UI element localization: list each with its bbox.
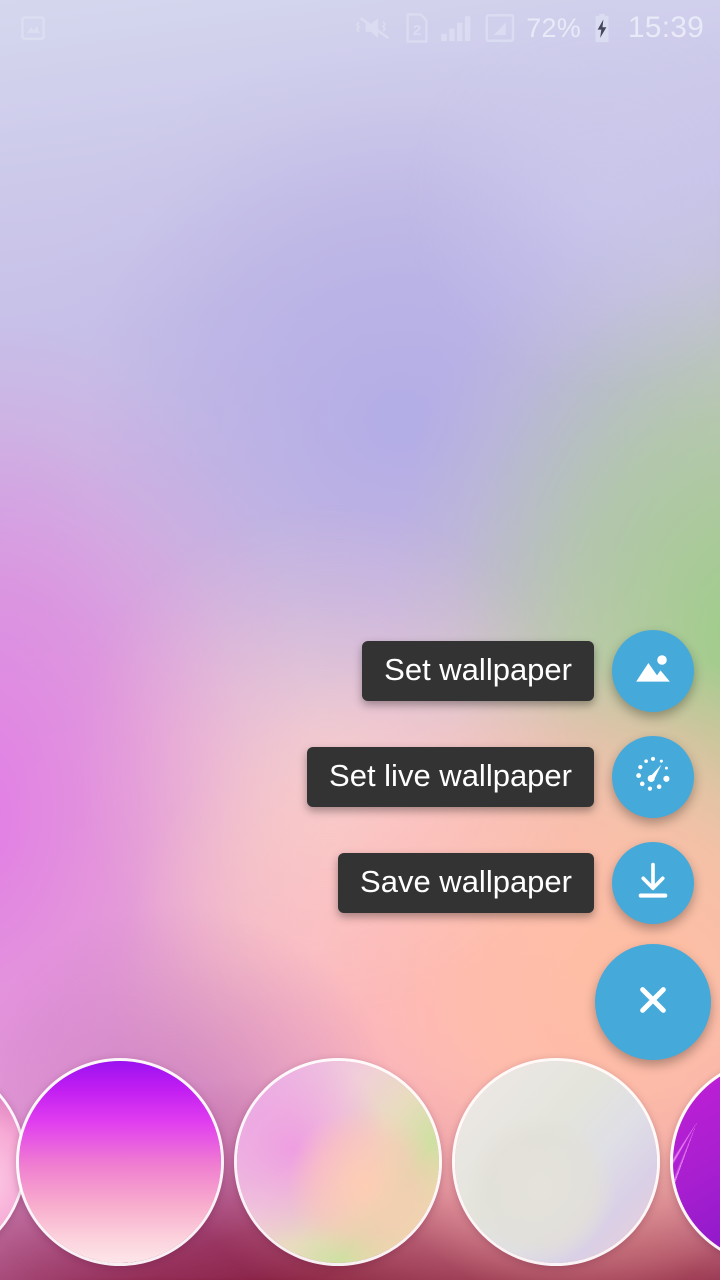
signal-bars-sim2-icon — [485, 13, 515, 43]
download-icon — [630, 858, 676, 909]
action-row-close[interactable] — [595, 944, 711, 1060]
wallpaper-thumb-3[interactable] — [452, 1058, 660, 1266]
live-gauge-icon — [630, 752, 676, 803]
battery-charging-bolt-icon — [592, 13, 612, 43]
wallpaper-thumb-4[interactable] — [670, 1058, 720, 1266]
phone-screen: 2 72% 15:39 Set wallpaper Set live wallp… — [0, 0, 720, 1280]
clock: 15:39 — [627, 11, 704, 44]
set-wallpaper-label[interactable]: Set wallpaper — [362, 640, 594, 702]
action-row-save-wallpaper[interactable]: Save wallpaper — [338, 842, 694, 924]
action-row-set-live-wallpaper[interactable]: Set live wallpaper — [307, 736, 694, 818]
wallpaper-thumb-1-image — [19, 1061, 221, 1263]
signal-bars-sim1-icon — [440, 13, 474, 43]
status-bar-notifications — [18, 13, 48, 43]
sim2-icon: 2 — [405, 13, 429, 43]
wallpaper-thumb-1[interactable] — [16, 1058, 224, 1266]
image-icon — [630, 646, 676, 697]
save-wallpaper-button[interactable] — [612, 842, 694, 924]
wallpaper-action-menu: Set wallpaper Set live wallpaper Save wa… — [307, 630, 711, 1060]
vibrate-mute-icon — [356, 13, 394, 43]
save-wallpaper-label[interactable]: Save wallpaper — [338, 852, 594, 914]
set-live-wallpaper-button[interactable] — [612, 736, 694, 818]
wallpaper-thumb-2[interactable] — [234, 1058, 442, 1266]
battery-percent: 72% — [526, 12, 581, 43]
image-notification-icon — [18, 13, 48, 43]
status-bar-system-icons: 2 72% 15:39 — [356, 13, 704, 43]
wallpaper-thumb-2-image — [237, 1061, 439, 1263]
close-menu-button[interactable] — [595, 944, 711, 1060]
set-live-wallpaper-label[interactable]: Set live wallpaper — [307, 746, 594, 808]
wallpaper-thumb-4-image — [673, 1061, 720, 1263]
action-row-set-wallpaper[interactable]: Set wallpaper — [362, 630, 694, 712]
wallpaper-thumbnail-carousel[interactable] — [0, 1044, 720, 1280]
set-wallpaper-button[interactable] — [612, 630, 694, 712]
close-x-icon — [630, 977, 676, 1028]
wallpaper-thumb-3-image — [455, 1061, 657, 1263]
status-bar: 2 72% 15:39 — [0, 0, 720, 56]
svg-text:2: 2 — [413, 22, 421, 39]
